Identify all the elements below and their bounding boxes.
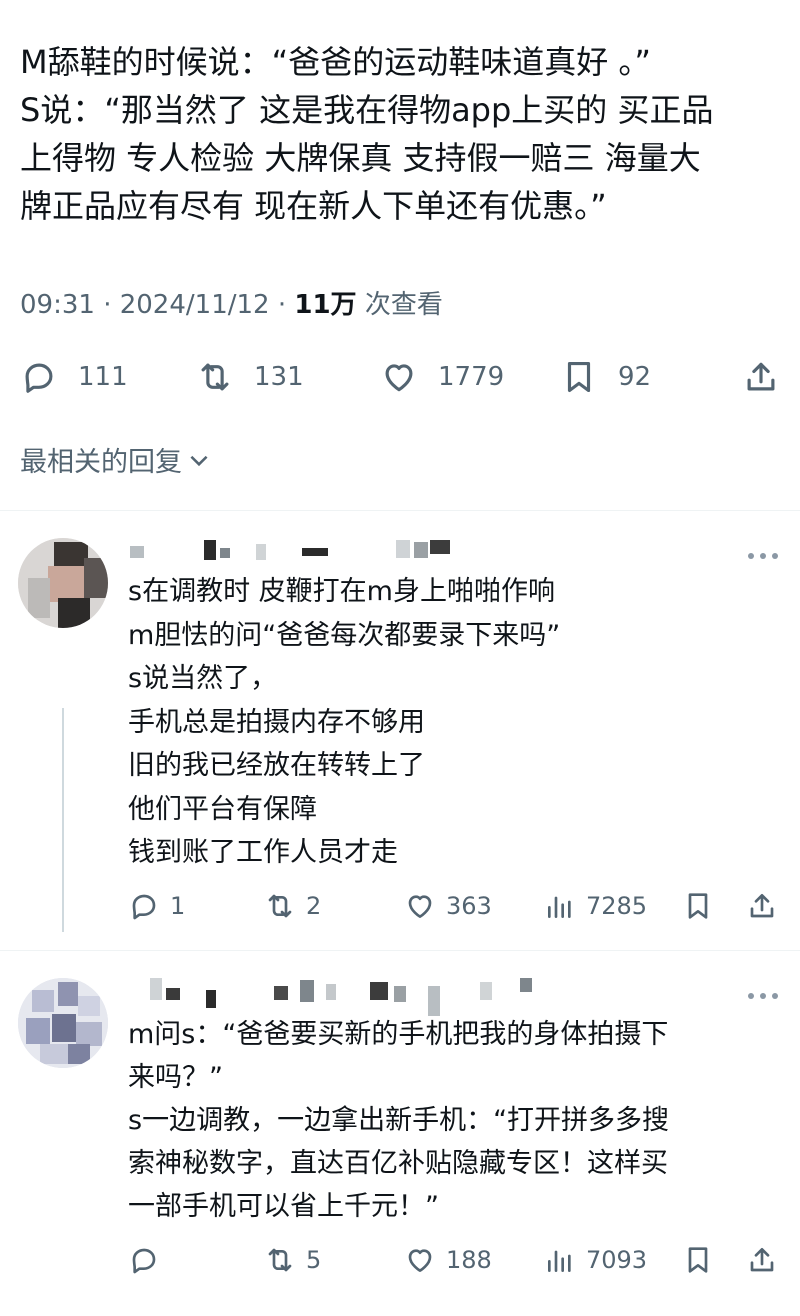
reply-line: 他们平台有保障 (128, 793, 317, 825)
reply-line: s说当然了， (128, 663, 278, 694)
reply-button[interactable]: 1 (128, 886, 185, 926)
more-options-button[interactable] (746, 546, 780, 559)
bookmark-icon (688, 1247, 708, 1273)
speech-bubble-icon (132, 1248, 156, 1274)
post-line: 上得物 专人检验 大牌保真 支持假一赔三 海量大 (20, 139, 701, 177)
like-button[interactable]: 363 (404, 886, 492, 926)
reply-body: s在调教时 皮鞭打在m身上啪啪作响 m胆怯的问“爸爸每次都要录下来吗” s说当然… (128, 570, 560, 875)
share-upload-icon (747, 362, 775, 391)
bookmark-button[interactable] (682, 1240, 714, 1280)
heart-icon (385, 364, 413, 392)
repost-count: 2 (306, 892, 322, 920)
post-action-bar: 111 131 1779 92 (0, 352, 800, 402)
post-line: S说：“那当然了 这是我在得物app上买的 买正品 (20, 91, 714, 129)
post-line: M舔鞋的时候说：“爸爸的运动鞋味道真好 。” (20, 43, 651, 81)
views-count: 7093 (586, 1246, 648, 1274)
repost-button[interactable]: 131 (196, 352, 304, 402)
repost-arrows-icon (268, 894, 292, 918)
repost-button[interactable]: 2 (264, 886, 321, 926)
repost-count: 131 (254, 362, 304, 392)
reply-line: m问s：“爸爸要买新的手机把我的身体拍摄下 (128, 1019, 669, 1050)
reply-line: 一部手机可以省上千元！” (128, 1191, 439, 1222)
like-button[interactable]: 188 (404, 1240, 492, 1280)
reply-action-bar: 1 2 363 7285 (0, 886, 800, 926)
reply-line: 钱到账了工作人员才走 (128, 837, 398, 868)
divider (0, 950, 800, 951)
bookmark-icon (567, 361, 591, 393)
repost-button[interactable]: 5 (264, 1240, 321, 1280)
repost-arrows-icon (201, 363, 229, 391)
avatar[interactable] (18, 978, 108, 1068)
like-count: 188 (446, 1246, 492, 1274)
views-count: 7285 (586, 892, 648, 920)
bookmark-count: 92 (618, 362, 652, 392)
repost-arrows-icon (268, 1248, 292, 1272)
reply-line: 旧的我已经放在转转上了 (128, 750, 425, 781)
more-dots-icon (748, 553, 778, 559)
views-button[interactable]: 7093 (544, 1240, 647, 1280)
bookmark-icon (688, 893, 708, 919)
like-count: 363 (446, 892, 492, 920)
reply-line: 索神秘数字，直达百亿补贴隐藏专区！这样买 (128, 1148, 668, 1179)
reply-line: 手机总是拍摄内存不够用 (128, 706, 425, 738)
post-timestamp[interactable]: 09:31 · 2024/11/12 · (20, 290, 294, 320)
chevron-down-icon (190, 455, 208, 466)
reply-button[interactable] (128, 1240, 170, 1280)
reply-line: 来吗？” (128, 1062, 223, 1093)
reply-line: m胆怯的问“爸爸每次都要录下来吗” (128, 619, 561, 651)
more-options-button[interactable] (746, 986, 780, 999)
views-label: 次查看 (356, 290, 443, 320)
bar-chart-icon (548, 1250, 571, 1272)
post-body: M舔鞋的时候说：“爸爸的运动鞋味道真好 。” S说：“那当然了 这是我在得物ap… (20, 38, 790, 230)
speech-bubble-icon (25, 363, 53, 393)
bar-chart-icon (548, 896, 571, 918)
speech-bubble-icon (132, 894, 156, 920)
share-button[interactable] (742, 352, 780, 402)
heart-icon (408, 1249, 432, 1272)
like-count: 1779 (438, 362, 505, 392)
like-button[interactable]: 1779 (380, 352, 504, 402)
views-count: 11万 (294, 290, 357, 320)
share-upload-icon (750, 1248, 774, 1272)
more-dots-icon (748, 993, 778, 999)
bookmark-button[interactable] (682, 886, 714, 926)
reply-count: 111 (78, 362, 128, 392)
post-line: 牌正品应有尽有 现在新人下单还有优惠。” (20, 187, 607, 225)
bookmark-button[interactable]: 92 (560, 352, 651, 402)
share-upload-icon (750, 894, 774, 918)
divider (0, 510, 800, 511)
reply-line: s一边调教，一边拿出新手机：“打开拼多多搜 (128, 1105, 670, 1136)
reply-button[interactable]: 111 (20, 352, 128, 402)
reply-body: m问s：“爸爸要买新的手机把我的身体拍摄下 来吗？” s一边调教，一边拿出新手机… (128, 1013, 669, 1228)
heart-icon (408, 895, 432, 918)
reply-action-bar: 5 188 7093 (0, 1240, 800, 1280)
post-meta: 09:31 · 2024/11/12 · 11万 次查看 (20, 284, 443, 321)
reply-line: s在调教时 皮鞭打在m身上啪啪作响 (128, 576, 555, 607)
replies-sort-dropdown[interactable]: 最相关的回复 (20, 440, 212, 479)
share-button[interactable] (746, 886, 778, 926)
views-button[interactable]: 7285 (544, 886, 647, 926)
repost-count: 5 (306, 1246, 322, 1274)
reply-count: 1 (170, 892, 186, 920)
share-button[interactable] (746, 1240, 778, 1280)
avatar[interactable] (18, 538, 108, 628)
replies-sort-label: 最相关的回复 (20, 447, 182, 478)
